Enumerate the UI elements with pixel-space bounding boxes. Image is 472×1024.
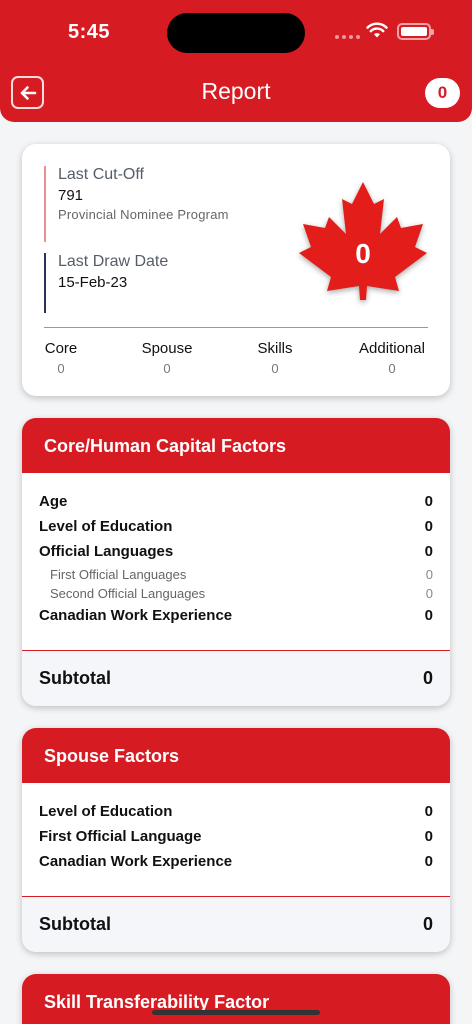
subtotal-label: Subtotal	[39, 914, 111, 934]
breakdown-value: 0	[57, 361, 65, 376]
page-title: Report	[201, 78, 271, 104]
wifi-icon	[366, 22, 388, 38]
row-label: Level of Education	[39, 803, 173, 820]
breakdown-spouse: Spouse 0	[140, 340, 194, 376]
row-value: 0	[424, 803, 433, 820]
status-time: 5:45	[68, 21, 111, 43]
breakdown-label: Core	[44, 340, 78, 357]
row-value: 0	[425, 567, 433, 582]
row-value: 0	[424, 828, 433, 845]
row-spouse-first-language: First Official Language 0	[39, 828, 433, 845]
row-level-of-education: Level of Education 0	[39, 518, 433, 535]
spouse-factors-card: Spouse Factors Level of Education 0 Firs…	[22, 728, 450, 952]
row-second-official-languages: Second Official Languages 0	[39, 586, 433, 601]
row-value: 0	[424, 853, 433, 870]
row-official-languages: Official Languages 0	[39, 543, 433, 560]
last-draw-block: Last Draw Date 15-Feb-23	[44, 253, 168, 313]
maple-leaf-score: 0	[296, 180, 430, 300]
dynamic-island	[167, 13, 305, 53]
row-age: Age 0	[39, 493, 433, 510]
row-label: Official Languages	[39, 543, 174, 560]
summary-divider	[44, 327, 428, 328]
last-cutoff-label: Last Cut-Off	[58, 166, 144, 183]
last-cutoff-block: Last Cut-Off 791 Provincial Nominee Prog…	[44, 166, 229, 242]
breakdown-value: 0	[163, 361, 171, 376]
row-label: Canadian Work Experience	[39, 853, 233, 870]
breakdown-additional: Additional 0	[356, 340, 428, 376]
core-subtotal: Subtotal 0	[22, 650, 450, 706]
cellular-signal-icon	[335, 35, 360, 39]
breakdown-label: Spouse	[141, 340, 193, 357]
core-factors-title: Core/Human Capital Factors	[22, 418, 450, 473]
row-value: 0	[424, 607, 433, 624]
app-header: 5:45 Report 0	[0, 0, 472, 122]
last-draw-label: Last Draw Date	[58, 253, 169, 270]
last-cutoff-value: 791	[58, 187, 84, 204]
skill-transferability-title: Skill Transferability Factor	[22, 974, 450, 1024]
row-value: 0	[424, 518, 433, 535]
row-label: First Official Languages	[50, 567, 187, 582]
row-value: 0	[425, 586, 433, 601]
core-factors-card: Core/Human Capital Factors Age 0 Level o…	[22, 418, 450, 706]
last-draw-value: 15-Feb-23	[58, 274, 128, 291]
spouse-factors-title: Spouse Factors	[22, 728, 450, 783]
row-canadian-work-experience: Canadian Work Experience 0	[39, 607, 433, 624]
core-factors-list: Age 0 Level of Education 0 Official Lang…	[22, 493, 450, 624]
breakdown-value: 0	[388, 361, 396, 376]
row-value: 0	[424, 493, 433, 510]
battery-icon	[397, 23, 434, 40]
summary-card: Last Cut-Off 791 Provincial Nominee Prog…	[22, 144, 450, 396]
home-indicator[interactable]	[152, 1010, 320, 1015]
row-label: Second Official Languages	[50, 586, 206, 601]
last-cutoff-program: Provincial Nominee Program	[58, 207, 229, 222]
breakdown-label: Additional	[359, 340, 425, 357]
skill-transferability-card: Skill Transferability Factor	[22, 974, 450, 1024]
row-value: 0	[424, 543, 433, 560]
spouse-subtotal: Subtotal 0	[22, 896, 450, 952]
subtotal-label: Subtotal	[39, 668, 111, 688]
row-first-official-languages: First Official Languages 0	[39, 567, 433, 582]
subtotal-value: 0	[422, 914, 433, 934]
score-badge: 0	[425, 78, 460, 108]
spouse-factors-list: Level of Education 0 First Official Lang…	[22, 803, 450, 870]
total-score: 0	[355, 238, 371, 269]
row-spouse-work-experience: Canadian Work Experience 0	[39, 853, 433, 870]
row-label: Age	[39, 493, 68, 510]
row-spouse-education: Level of Education 0	[39, 803, 433, 820]
subtotal-value: 0	[422, 668, 433, 688]
breakdown-core: Core 0	[44, 340, 78, 376]
row-label: Canadian Work Experience	[39, 607, 233, 624]
row-label: Level of Education	[39, 518, 173, 535]
breakdown-value: 0	[271, 361, 279, 376]
breakdown-label: Skills	[257, 340, 293, 357]
row-label: First Official Language	[39, 828, 202, 845]
breakdown-skills: Skills 0	[255, 340, 295, 376]
